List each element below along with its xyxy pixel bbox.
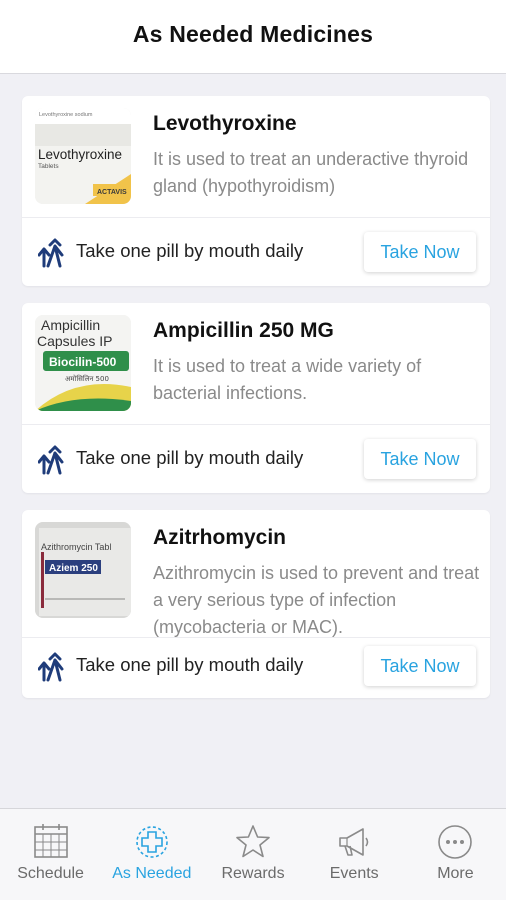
tab-events[interactable]: Events bbox=[304, 809, 405, 900]
star-icon bbox=[236, 825, 270, 858]
dose-arrow-icon bbox=[38, 238, 64, 268]
tab-more[interactable]: More bbox=[405, 809, 506, 900]
tab-label: Rewards bbox=[221, 865, 285, 882]
thumb-label: Levothyroxine bbox=[38, 147, 122, 162]
medicine-card: Levothyroxine sodium Levothyroxine Table… bbox=[22, 96, 490, 286]
tab-label: Events bbox=[329, 865, 379, 882]
medicine-name: Azitrhomycin bbox=[153, 526, 287, 549]
tab-label: As Needed bbox=[112, 865, 192, 882]
medicine-photo: Ampicillin Capsules IP Biocilin-500 अमोस… bbox=[35, 315, 131, 411]
dose-instruction: Take one pill by mouth daily bbox=[76, 240, 304, 261]
dose-row: Take one pill by mouth daily Take Now bbox=[22, 425, 490, 493]
dose-instruction: Take one pill by mouth daily bbox=[76, 654, 304, 675]
medicine-card: Azithromycin Tabl Aziem 250 Azitrhomycin… bbox=[22, 510, 490, 698]
tab-as-needed[interactable]: As Needed bbox=[101, 809, 202, 900]
medicine-card: Ampicillin Capsules IP Biocilin-500 अमोस… bbox=[22, 303, 490, 493]
dose-arrow-icon bbox=[38, 445, 64, 475]
thumb-extra: अमोसिलिन 500 bbox=[65, 374, 109, 383]
tab-label: Schedule bbox=[17, 865, 84, 882]
tab-label: More bbox=[437, 865, 474, 882]
nav-header: As Needed Medicines bbox=[0, 0, 506, 74]
thumb-brand: Aziem 250 bbox=[49, 563, 98, 574]
dose-arrow-icon bbox=[38, 652, 64, 682]
take-now-button[interactable]: Take Now bbox=[364, 232, 476, 272]
medicine-description: It is used to treat an underactive thyro… bbox=[153, 149, 469, 196]
thumb-sub: Capsules IP bbox=[37, 333, 112, 349]
thumb-top-text: Levothyroxine sodium bbox=[39, 112, 93, 118]
take-now-button[interactable]: Take Now bbox=[364, 646, 476, 686]
more-dots-icon bbox=[438, 825, 473, 859]
medicine-name: Ampicillin 250 MG bbox=[153, 319, 334, 342]
medicine-photo: Azithromycin Tabl Aziem 250 bbox=[35, 522, 131, 618]
thumb-sub: Tablets bbox=[38, 163, 59, 170]
tab-schedule[interactable]: Schedule bbox=[0, 809, 101, 900]
thumb-brand: ACTAVIS bbox=[97, 189, 127, 196]
medical-cross-icon bbox=[135, 826, 168, 858]
dose-row: Take one pill by mouth daily Take Now bbox=[22, 638, 490, 698]
megaphone-icon bbox=[339, 828, 369, 856]
medicine-info: Levothyroxine sodium Levothyroxine Table… bbox=[22, 96, 490, 218]
dose-instruction: Take one pill by mouth daily bbox=[76, 447, 304, 468]
medicine-description: Azithromycin is used to prevent and trea… bbox=[153, 563, 480, 637]
medicine-description: It is used to treat a wide variety of ba… bbox=[153, 356, 422, 403]
thumb-label: Ampicillin bbox=[41, 317, 100, 333]
thumb-brand: Biocilin-500 bbox=[49, 355, 117, 369]
thumb-label: Azithromycin Tabl bbox=[41, 542, 111, 552]
take-now-button[interactable]: Take Now bbox=[364, 439, 476, 479]
page-title: As Needed Medicines bbox=[132, 21, 374, 47]
tab-bar: Schedule As Needed Rewards Events More bbox=[0, 808, 506, 900]
medicine-info: Ampicillin Capsules IP Biocilin-500 अमोस… bbox=[22, 303, 490, 425]
tab-rewards[interactable]: Rewards bbox=[202, 809, 303, 900]
medicine-name: Levothyroxine bbox=[153, 112, 297, 135]
medicine-info: Azithromycin Tabl Aziem 250 Azitrhomycin… bbox=[22, 510, 490, 638]
dose-row: Take one pill by mouth daily Take Now bbox=[22, 218, 490, 286]
calendar-icon bbox=[33, 824, 68, 858]
medicine-photo: Levothyroxine sodium Levothyroxine Table… bbox=[35, 108, 131, 204]
